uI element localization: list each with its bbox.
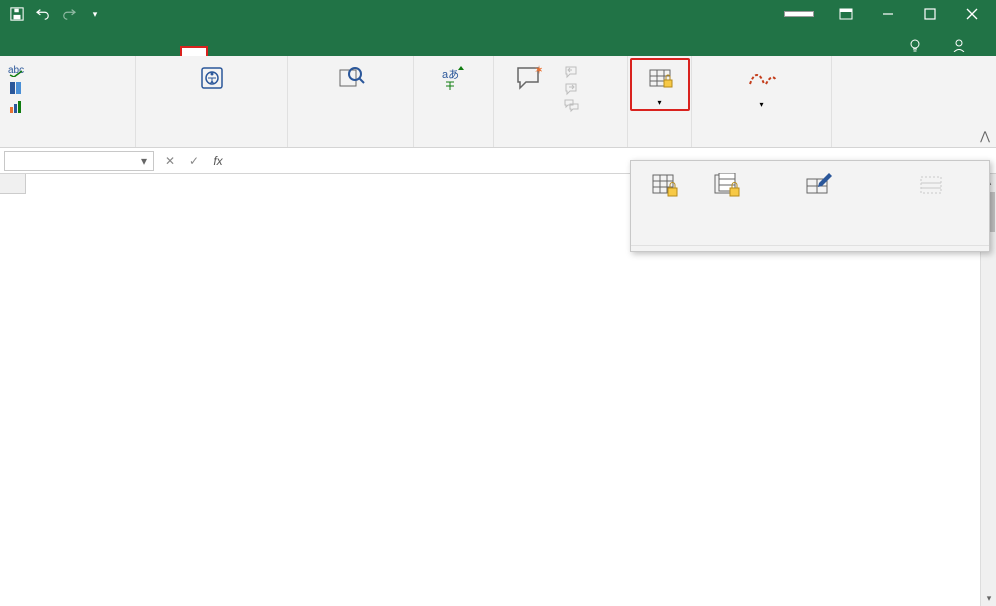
smart-lookup-button[interactable] <box>321 58 381 102</box>
protect-workbook-button[interactable] <box>697 165 757 209</box>
protect-sheet-icon <box>649 169 681 201</box>
translate-icon: aあ <box>438 62 470 94</box>
group-comments-label <box>498 142 623 147</box>
comment-icon: ✶ <box>512 62 544 94</box>
protect-popup <box>630 160 990 252</box>
protect-icon <box>644 62 676 94</box>
login-button[interactable] <box>784 11 814 17</box>
close-button[interactable] <box>952 0 992 28</box>
protect-dropdown[interactable]: ▾ <box>630 58 690 111</box>
prev-comment-button[interactable] <box>560 64 584 80</box>
tab-file[interactable] <box>4 46 40 56</box>
spelling-icon: abc <box>8 61 24 77</box>
svg-text:✶: ✶ <box>534 64 542 77</box>
save-button[interactable] <box>6 3 28 25</box>
group-accessibility-label <box>140 142 283 147</box>
scroll-down[interactable]: ▾ <box>981 590 996 606</box>
minimize-button[interactable] <box>868 0 908 28</box>
tab-formulas[interactable] <box>124 46 152 56</box>
protect-workbook-icon <box>711 169 743 201</box>
insert-function[interactable]: fx <box>206 151 230 171</box>
collapse-ribbon[interactable]: ⋀ <box>980 129 990 143</box>
redo-button[interactable] <box>58 3 80 25</box>
unshare-workbook-button <box>881 165 981 209</box>
tab-help[interactable] <box>236 46 264 56</box>
popup-group-label <box>631 245 989 251</box>
book-icon <box>8 80 24 96</box>
tab-insert[interactable] <box>68 46 96 56</box>
group-language-label <box>418 142 489 147</box>
undo-button[interactable] <box>32 3 54 25</box>
lightbulb-icon <box>908 38 922 52</box>
group-insights-label <box>292 142 409 147</box>
smart-lookup-icon <box>335 62 367 94</box>
tab-view[interactable] <box>208 46 236 56</box>
hide-ink-button[interactable]: ▾ <box>732 58 792 114</box>
new-comment-button[interactable]: ✶ <box>498 58 558 102</box>
show-comments-button[interactable] <box>560 98 584 114</box>
unshare-icon <box>915 169 947 201</box>
chevron-down-icon: ▾ <box>759 100 763 109</box>
tab-pagelayout[interactable] <box>96 46 124 56</box>
ribbon-display-options[interactable] <box>826 0 866 28</box>
share-button[interactable] <box>942 34 982 56</box>
tab-review[interactable] <box>180 46 208 56</box>
check-accessibility-button[interactable] <box>182 58 242 102</box>
cancel-formula[interactable]: ✕ <box>158 151 182 171</box>
next-comment-button[interactable] <box>560 81 584 97</box>
select-all-corner[interactable] <box>0 174 26 194</box>
spelling-button[interactable]: abc <box>4 60 32 78</box>
allow-edit-ranges-button[interactable] <box>759 165 879 209</box>
qat-customize[interactable]: ▾ <box>84 3 106 25</box>
chevron-down-icon: ▾ <box>657 98 661 107</box>
namebox-dropdown[interactable]: ▾ <box>141 154 147 168</box>
next-comment-icon <box>564 82 580 96</box>
tab-home[interactable] <box>40 46 68 56</box>
accessibility-icon <box>196 62 228 94</box>
group-ink-label <box>696 142 827 147</box>
svg-text:aあ: aあ <box>442 68 459 81</box>
group-proofing-label <box>4 142 131 147</box>
tell-me[interactable] <box>898 34 938 56</box>
protect-sheet-button[interactable] <box>635 165 695 209</box>
thesaurus-button[interactable] <box>4 79 32 97</box>
translate-button[interactable]: aあ <box>424 58 484 100</box>
maximize-button[interactable] <box>910 0 950 28</box>
tab-data[interactable] <box>152 46 180 56</box>
workbook-stats-button[interactable] <box>4 98 32 116</box>
ink-icon <box>746 62 778 94</box>
prev-comment-icon <box>564 65 580 79</box>
stats-icon <box>8 99 24 115</box>
name-box[interactable]: ▾ <box>4 151 154 171</box>
person-icon <box>952 38 966 52</box>
edit-ranges-icon <box>803 169 835 201</box>
enter-formula[interactable]: ✓ <box>182 151 206 171</box>
show-comments-icon <box>564 99 580 113</box>
